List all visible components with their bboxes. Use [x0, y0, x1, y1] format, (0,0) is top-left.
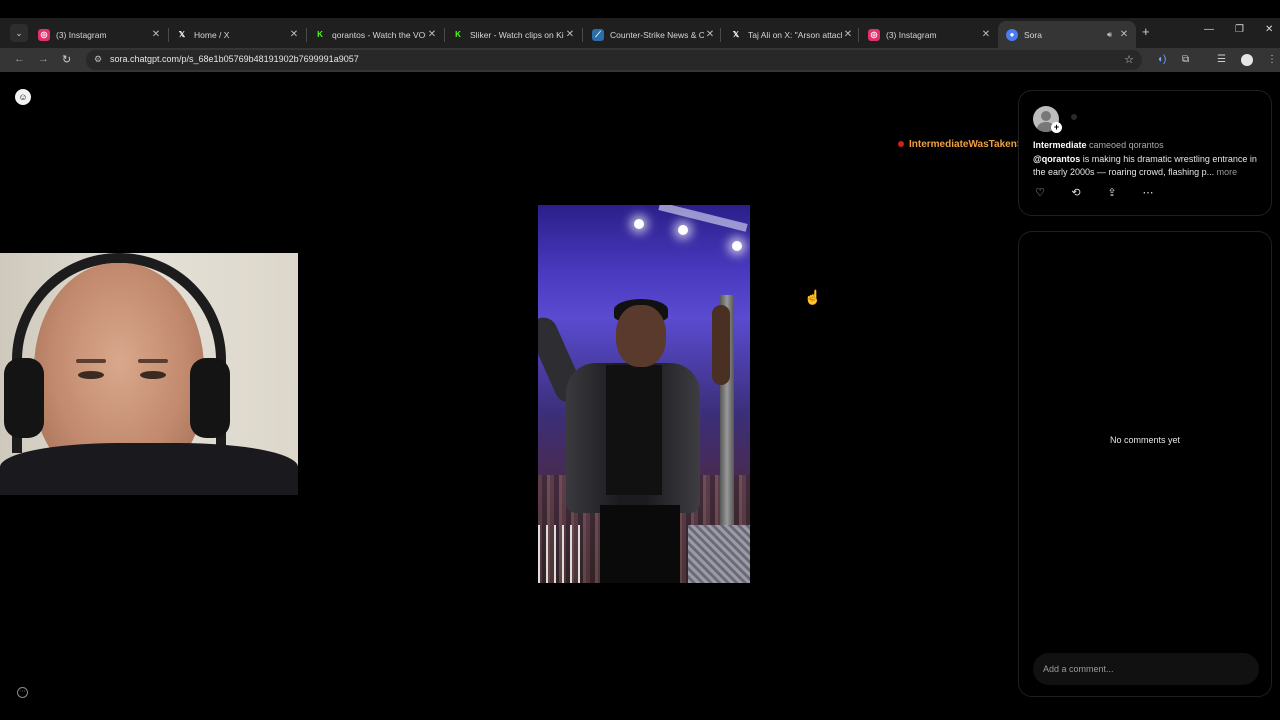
kick-icon: K: [317, 29, 323, 39]
cameo-action: cameoed qorantos: [1089, 140, 1164, 150]
headset-earcup: [4, 358, 44, 438]
tab-title: qorantos - Watch the VOD: [332, 29, 426, 40]
bookmark-star-icon[interactable]: ☆: [1124, 53, 1134, 66]
stage-light: [732, 241, 742, 251]
new-tab-plus-icon[interactable]: +: [1142, 24, 1150, 39]
eye: [78, 371, 104, 379]
x-icon: 𝕏: [178, 29, 186, 39]
back-arrow-icon[interactable]: ←: [14, 53, 25, 65]
post-actions: ♡ ⟲ ⇪ ⋯: [1033, 186, 1163, 202]
tab-title: (3) Instagram: [56, 29, 107, 40]
tab-title: Sliker - Watch clips on Kick: [470, 29, 564, 40]
arm-on-post: [712, 305, 730, 385]
stage-light: [678, 225, 688, 235]
video-player[interactable]: [538, 205, 750, 583]
tab-search-chevron-icon[interactable]: ⌄: [10, 24, 28, 42]
tab-x-home[interactable]: 𝕏 Home / X ✕: [168, 21, 306, 48]
wrestler-face: [616, 305, 666, 367]
tab-close-icon[interactable]: ✕: [150, 29, 162, 40]
url-text: sora.chatgpt.com/p/s_68e1b05769b48191902…: [110, 54, 359, 64]
x-icon: 𝕏: [732, 29, 740, 39]
more-options-icon[interactable]: ⋯: [1141, 186, 1155, 200]
window-top-strip: [0, 0, 1280, 18]
post-info-card: + Intermediate cameoed qorantos @qoranto…: [1018, 90, 1272, 216]
tab-x-taj-ali[interactable]: 𝕏 Taj Ali on X: "Arson attack ✕: [722, 21, 860, 48]
audio-playing-icon[interactable]: 🔊︎: [1107, 30, 1112, 40]
hoodie: [0, 443, 298, 495]
tab-separator: [720, 28, 721, 42]
restore-icon[interactable]: ❐: [1235, 24, 1244, 35]
tab-close-icon[interactable]: ✕: [426, 29, 438, 40]
tab-close-icon[interactable]: ✕: [980, 29, 992, 40]
tab-bar: ⌄ ◎ (3) Instagram ✕ 𝕏 Home / X ✕ K qoran…: [0, 18, 1280, 48]
instagram-icon: ◎: [868, 28, 880, 41]
barricade: [538, 525, 586, 583]
forward-arrow-icon[interactable]: →: [38, 53, 49, 65]
tab-instagram-2[interactable]: ◎ (3) Instagram ✕: [860, 21, 998, 48]
lighting-rig: [658, 205, 748, 232]
browser-toolbar: ← → ↻ ⚙ sora.chatgpt.com/p/s_68e1b05769b…: [0, 48, 1280, 72]
sora-logo-icon[interactable]: ☺: [15, 89, 31, 105]
tab-close-icon[interactable]: ✕: [1118, 29, 1130, 40]
extensions-puzzle-icon[interactable]: ⧉: [1182, 54, 1189, 65]
headset-earcup: [190, 358, 230, 438]
tab-sora[interactable]: ● Sora 🔊︎ ✕: [998, 21, 1136, 48]
share-icon[interactable]: ⇪: [1105, 186, 1119, 200]
webcam-overlay: [0, 253, 298, 495]
kick-icon: K: [455, 29, 461, 39]
settings-circle-icon[interactable]: ⋯: [17, 687, 28, 698]
tab-close-icon[interactable]: ✕: [564, 29, 576, 40]
avatar-head: [1041, 111, 1051, 121]
tab-title: Home / X: [194, 29, 230, 40]
brow: [138, 359, 168, 363]
instagram-icon: ◎: [38, 28, 50, 41]
browser-menu-icon[interactable]: ⋮: [1267, 54, 1277, 65]
remix-icon[interactable]: ⟲: [1069, 186, 1083, 200]
tab-close-icon[interactable]: ✕: [288, 29, 300, 40]
tab-counter-strike-news[interactable]: ⟋ Counter-Strike News & Coverage ✕: [584, 21, 722, 48]
comment-input[interactable]: [1033, 653, 1259, 685]
post-byline: Intermediate cameoed qorantos: [1033, 140, 1164, 150]
profile-avatar-icon[interactable]: [1241, 54, 1253, 66]
tab-title: (3) Instagram: [886, 29, 937, 40]
window-close-icon[interactable]: ✕: [1265, 24, 1273, 35]
sora-icon: ●: [1006, 28, 1018, 41]
follow-plus-icon[interactable]: +: [1051, 122, 1062, 133]
author-username[interactable]: Intermediate: [1033, 140, 1087, 150]
tab-close-icon[interactable]: ✕: [842, 29, 854, 40]
minimize-icon[interactable]: —: [1204, 24, 1214, 35]
reading-list-icon[interactable]: ☰: [1217, 54, 1226, 65]
sora-post-page: ☺ ☝ IntermediateWasTakenSadge + Intermed…: [0, 72, 1280, 720]
tab-kick-qorantos[interactable]: K qorantos - Watch the VOD ✕: [306, 21, 444, 48]
site-info-icon[interactable]: ⚙: [94, 54, 102, 65]
ring-steps: [688, 525, 750, 583]
chat-badge-icon: [898, 141, 904, 148]
tab-title: Counter-Strike News & Coverage: [610, 29, 704, 40]
hltv-icon: ⟋: [592, 28, 604, 41]
hand-cursor-icon: ☝: [804, 289, 822, 305]
tab-separator: [582, 28, 583, 42]
no-comments-message: No comments yet: [1109, 435, 1181, 445]
comments-panel: No comments yet: [1018, 231, 1272, 697]
tab-close-icon[interactable]: ✕: [704, 29, 716, 40]
post-caption: @qorantos is making his dramatic wrestli…: [1033, 153, 1265, 179]
brow: [76, 359, 106, 363]
tab-separator: [858, 28, 859, 42]
tab-kick-sliker[interactable]: K Sliker - Watch clips on Kick ✕: [444, 21, 582, 48]
caption-mention[interactable]: @qorantos: [1033, 154, 1080, 164]
address-bar[interactable]: ⚙ sora.chatgpt.com/p/s_68e1b05769b481919…: [86, 50, 1142, 70]
black-shirt: [606, 365, 662, 495]
like-heart-icon[interactable]: ♡: [1033, 186, 1047, 200]
status-dot: [1071, 114, 1077, 120]
stage-light: [634, 219, 644, 229]
legs: [600, 505, 680, 583]
caption-more-link[interactable]: more: [1217, 167, 1238, 177]
eye: [140, 371, 166, 379]
tab-title: Taj Ali on X: "Arson attack: [748, 29, 842, 40]
tab-instagram-1[interactable]: ◎ (3) Instagram ✕: [30, 21, 168, 48]
media-control-icon[interactable]: ◖): [1157, 54, 1166, 65]
reload-icon[interactable]: ↻: [62, 53, 71, 66]
tab-title: Sora: [1024, 29, 1042, 40]
